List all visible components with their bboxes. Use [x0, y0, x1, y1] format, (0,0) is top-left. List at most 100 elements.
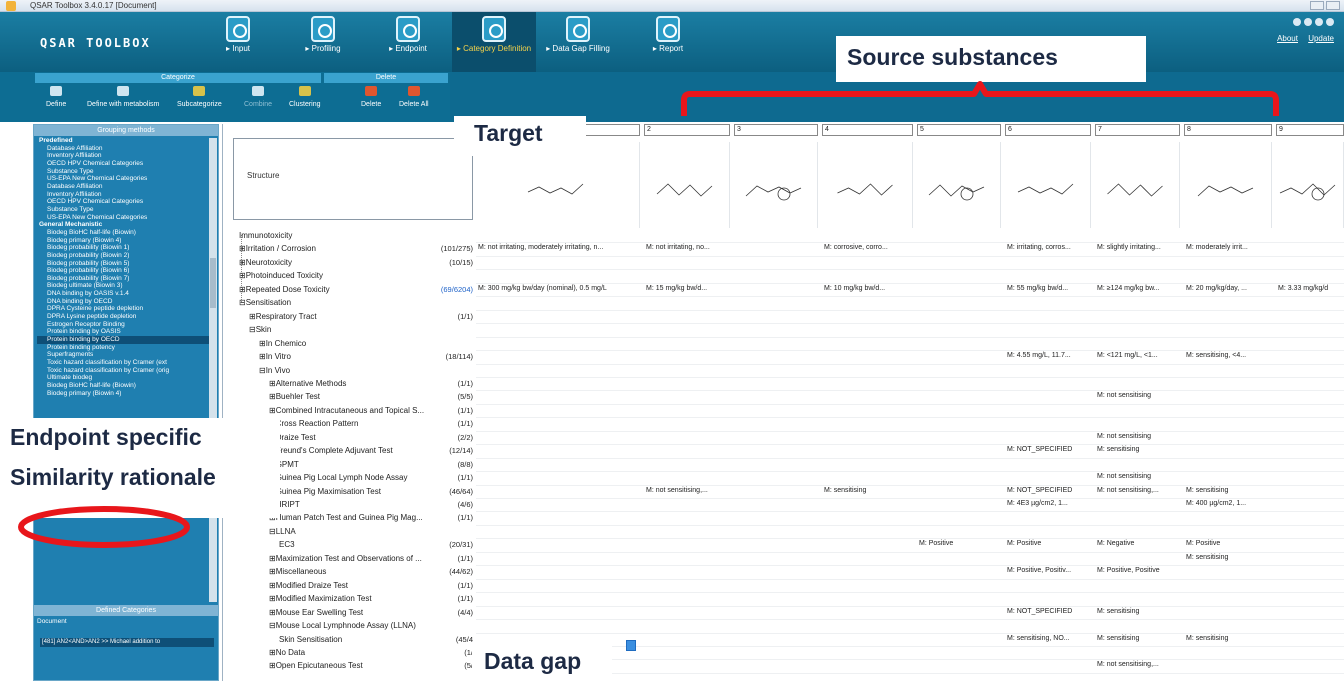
data-cell[interactable]: M: corrosive, corro... [824, 242, 913, 254]
tree-node[interactable]: ⊞Alternative Methods (1/1) [223, 377, 477, 390]
data-cell[interactable]: M: irritating, corros... [1007, 242, 1091, 254]
grouping-method-item[interactable]: Estrogen Receptor Binding [37, 321, 216, 329]
grouping-method-item[interactable]: Biodeg ultimate (Biowin 3) [37, 282, 216, 290]
tree-node[interactable]: ⊞Open Epicutaneous Test (5/ [223, 659, 477, 672]
tree-node[interactable]: ⊞In Chemico [223, 337, 477, 350]
subcategorize-button[interactable]: Subcategorize [177, 86, 222, 108]
column-header[interactable]: 2 [644, 124, 730, 136]
update-link[interactable]: Update [1308, 34, 1334, 43]
data-cell[interactable]: M: Positive [1007, 538, 1091, 550]
about-link[interactable]: About [1277, 34, 1298, 43]
grouping-method-item[interactable]: DNA binding by OECD [37, 298, 216, 306]
module-tab-report[interactable]: ▸ Report [626, 12, 710, 72]
tree-node[interactable]: EC3 (20/31) [223, 538, 477, 551]
module-tab-endpoint[interactable]: ▸ Endpoint [366, 12, 450, 72]
structure-cell[interactable] [822, 142, 913, 228]
tree-node[interactable]: ⊞Mouse Ear Swelling Test (4/4) [223, 606, 477, 619]
grouping-method-item[interactable]: Toxic hazard classification by Cramer (e… [37, 359, 216, 367]
tree-node[interactable]: ⊞Respiratory Tract (1/1) [223, 310, 477, 323]
data-cell[interactable]: M: not irritating, moderately irritating… [478, 242, 640, 254]
grouping-section-header[interactable]: General Mechanistic [37, 221, 216, 229]
grouping-method-item[interactable]: DPRA Lysine peptide depletion [37, 313, 216, 321]
data-cell[interactable]: M: not irritating, no... [646, 242, 730, 254]
tree-node[interactable]: ⊞Modified Draize Test (1/1) [223, 579, 477, 592]
module-tab-profiling[interactable]: ▸ Profiling [281, 12, 365, 72]
data-cell[interactable]: M: moderately irrit... [1186, 242, 1272, 254]
structure-cell[interactable] [917, 142, 1001, 228]
grouping-method-item[interactable]: OECD HPV Chemical Categories [37, 160, 216, 168]
info-icon[interactable] [1315, 18, 1323, 26]
data-cell[interactable]: M: NOT_SPECIFIED [1007, 606, 1091, 618]
grouping-method-item[interactable]: Inventory Affiliation [37, 152, 216, 160]
tree-node[interactable]: ⊟LLNA [223, 525, 477, 538]
tree-node[interactable]: ⊞Irritation / Corrosion (101/275) [223, 242, 477, 255]
module-tab-data-gap-filling[interactable]: ▸ Data Gap Filling [536, 12, 620, 72]
grouping-method-item[interactable]: Biodeg BioHC half-life (Biowin) [37, 229, 216, 237]
grouping-method-item[interactable]: US-EPA New Chemical Categories [37, 214, 216, 222]
column-header[interactable]: 4 [822, 124, 913, 136]
data-cell[interactable]: M: sensitising, <4... [1186, 350, 1272, 362]
grouping-method-item[interactable]: OECD HPV Chemical Categories [37, 198, 216, 206]
grouping-method-item[interactable]: Protein binding by OASIS [37, 328, 216, 336]
column-header[interactable]: 7 [1095, 124, 1180, 136]
data-cell[interactable]: M: 20 mg/kg/day, ... [1186, 283, 1272, 295]
tree-node[interactable]: ⊞Modified Maximization Test (1/1) [223, 592, 477, 605]
tree-node[interactable]: ⊞Miscellaneous (44/62) [223, 565, 477, 578]
data-cell[interactable]: M: Positive, Positiv... [1007, 565, 1091, 577]
data-cell[interactable]: M: Negative [1097, 538, 1180, 550]
combine-button[interactable]: Combine [244, 86, 272, 108]
grouping-method-item[interactable]: Biodeg probability (Biowin 7) [37, 275, 216, 283]
structure-cell[interactable] [1276, 142, 1344, 228]
data-cell[interactable]: M: 300 mg/kg bw/day (nominal), 0.5 mg/L [478, 283, 640, 295]
data-cell[interactable]: M: slightly irritating... [1097, 242, 1180, 254]
data-cell[interactable]: M: NOT_SPECIFIED [1007, 444, 1091, 456]
scrollbar-thumb[interactable] [210, 258, 216, 308]
minimize-button[interactable] [1310, 1, 1324, 10]
tree-node[interactable]: ⊞No Data (1/ [223, 646, 477, 659]
document-node[interactable]: Document [37, 618, 67, 626]
tree-node[interactable]: ⊟In Vivo [223, 364, 477, 377]
grouping-method-item[interactable]: Substance Type [37, 206, 216, 214]
grouping-method-item[interactable]: Protein binding by OECD [37, 336, 216, 344]
column-header[interactable]: 9 [1276, 124, 1344, 136]
data-cell[interactable]: M: sensitising [1186, 485, 1272, 497]
data-cell[interactable]: M: not sensitising [1097, 471, 1180, 483]
tree-node[interactable]: ⊟Skin [223, 323, 477, 336]
data-cell[interactable]: M: sensitising [824, 485, 913, 497]
data-cell[interactable]: M: Positive [919, 538, 1001, 550]
defined-category-entry[interactable]: [481] AN2<AND>AN2 >> Michael addition to [40, 638, 214, 647]
structure-cell[interactable] [1005, 142, 1091, 228]
grouping-method-item[interactable]: DNA binding by OASIS v.1.4 [37, 290, 216, 298]
grouping-method-item[interactable]: Biodeg primary (Biowin 4) [37, 390, 216, 398]
grouping-method-item[interactable]: Biodeg probability (Biowin 1) [37, 244, 216, 252]
data-cell[interactable]: M: Positive [1186, 538, 1272, 550]
structure-cell[interactable] [734, 142, 818, 228]
data-cell[interactable]: M: sensitising [1097, 606, 1180, 618]
data-cell[interactable]: M: sensitising [1186, 633, 1272, 645]
tree-node[interactable]: ⊟Sensitisation [223, 296, 477, 309]
tree-node[interactable]: ⊞In Vitro (18/114) [223, 350, 477, 363]
data-cell[interactable]: M: not sensitising,... [1097, 659, 1180, 671]
module-tab-input[interactable]: ▸ Input [196, 12, 280, 72]
define-button[interactable]: Define [46, 86, 66, 108]
grouping-method-item[interactable]: Toxic hazard classification by Cramer (o… [37, 367, 216, 375]
data-cell[interactable]: M: <121 mg/L, <1... [1097, 350, 1180, 362]
grouping-method-item[interactable]: Biodeg probability (Biowin 6) [37, 267, 216, 275]
data-cell[interactable]: M: not sensitising [1097, 431, 1180, 443]
tree-node[interactable]: ⊞Maximization Test and Observations of .… [223, 552, 477, 565]
data-cell[interactable]: M: 15 mg/kg bw/d... [646, 283, 730, 295]
grouping-section-header[interactable]: Predefined [37, 137, 216, 145]
data-cell[interactable]: M: 3.33 mg/kg/d [1278, 283, 1344, 295]
tree-node[interactable]: ⊟Mouse Local Lymphnode Assay (LLNA) [223, 619, 477, 632]
data-cell[interactable]: M: not sensitising,... [646, 485, 730, 497]
grouping-method-item[interactable]: Database Affiliation [37, 183, 216, 191]
grouping-method-item[interactable]: Protein binding potency [37, 344, 216, 352]
grouping-method-item[interactable]: Superfragments [37, 351, 216, 359]
help-icon[interactable] [1304, 18, 1312, 26]
tree-node[interactable]: ⊞Photoinduced Toxicity [223, 269, 477, 282]
delete-all-button[interactable]: Delete All [399, 86, 429, 108]
maximize-button[interactable] [1326, 1, 1340, 10]
column-header[interactable]: 8 [1184, 124, 1272, 136]
column-header[interactable]: 5 [917, 124, 1001, 136]
data-cell[interactable]: M: 400 µg/cm2, 1... [1186, 498, 1272, 510]
